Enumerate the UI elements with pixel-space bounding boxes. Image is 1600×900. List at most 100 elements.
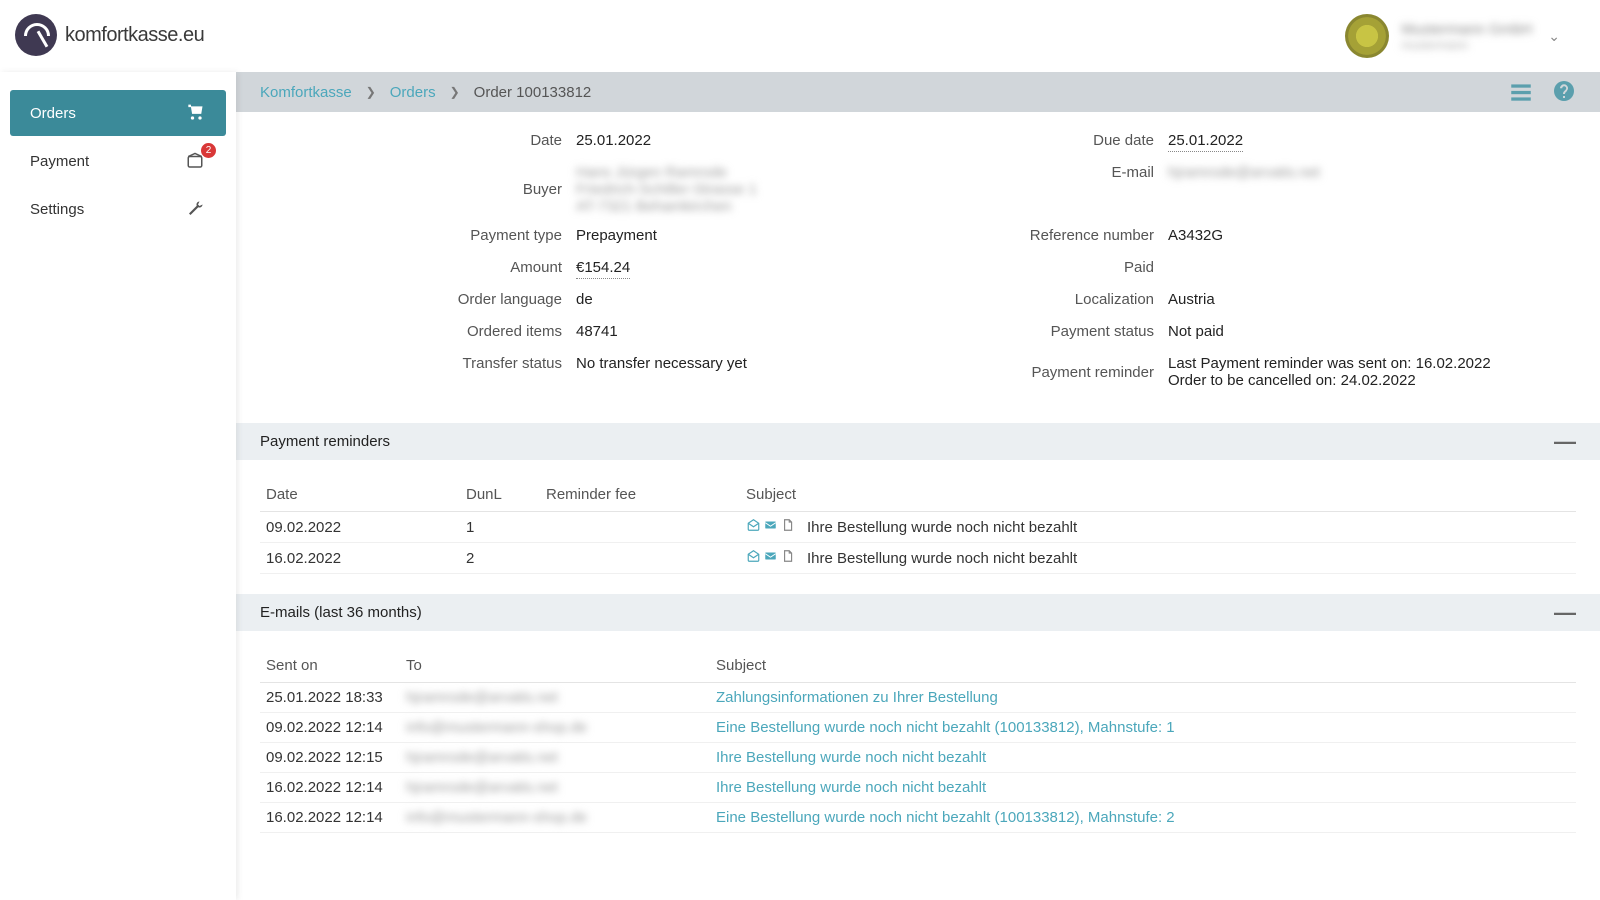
- section-emails-header[interactable]: E-mails (last 36 months) —: [236, 594, 1600, 631]
- label-lang: Order language: [326, 291, 576, 311]
- cell-subject: Ihre Bestellung wurde noch nicht bezahlt: [710, 773, 1576, 803]
- col-dunl[interactable]: DunL: [460, 478, 540, 512]
- nav-label: Payment: [30, 153, 89, 170]
- value-loc: Austria: [1168, 291, 1215, 311]
- mail-icon[interactable]: [763, 518, 778, 532]
- section-reminders-header[interactable]: Payment reminders —: [236, 423, 1600, 460]
- sidebar-item-settings[interactable]: Settings: [10, 186, 226, 232]
- value-duedate[interactable]: 25.01.2022: [1168, 132, 1243, 152]
- chevron-right-icon: ❯: [366, 85, 376, 99]
- value-ref: A3432G: [1168, 227, 1223, 247]
- value-items: 48741: [576, 323, 618, 343]
- table-row: 09.02.2022 12:14info@mustermann-shop.deE…: [260, 713, 1576, 743]
- cell-sent: 09.02.2022 12:14: [260, 713, 400, 743]
- value-transfer: No transfer necessary yet: [576, 355, 747, 375]
- emails-table: Sent on To Subject 25.01.2022 18:33hjram…: [236, 631, 1600, 845]
- value-buyer: Hans Jürgen Ramrode Friedrich-Schiller-S…: [576, 164, 757, 215]
- value-lang: de: [576, 291, 593, 311]
- account-sub: mustermann: [1401, 38, 1532, 52]
- logo-icon: [15, 14, 57, 56]
- reminders-table: Date DunL Reminder fee Subject 09.02.202…: [236, 460, 1600, 586]
- breadcrumb-root[interactable]: Komfortkasse: [260, 84, 352, 101]
- account-switcher[interactable]: Mustermann GmbH mustermann ⌄: [1345, 14, 1560, 58]
- mail-open-icon[interactable]: [746, 518, 761, 532]
- content: Komfortkasse ❯ Orders ❯ Order 100133812 …: [236, 72, 1600, 900]
- value-paytype: Prepayment: [576, 227, 657, 247]
- document-icon[interactable]: [780, 518, 795, 532]
- cell-sent: 16.02.2022 12:14: [260, 773, 400, 803]
- label-loc: Localization: [918, 291, 1168, 311]
- collapse-icon[interactable]: —: [1554, 607, 1576, 619]
- cell-sent: 16.02.2022 12:14: [260, 803, 400, 833]
- label-buyer: Buyer: [326, 181, 576, 198]
- cell-dunl: 1: [460, 512, 540, 543]
- email-link[interactable]: Eine Bestellung wurde noch nicht bezahlt…: [716, 809, 1175, 826]
- label-date: Date: [326, 132, 576, 152]
- nav-label: Orders: [30, 105, 76, 122]
- label-duedate: Due date: [918, 132, 1168, 152]
- label-amount: Amount: [326, 259, 576, 279]
- cell-fee: [540, 512, 740, 543]
- breadcrumb-current: Order 100133812: [474, 84, 592, 101]
- cell-subject: Zahlungsinformationen zu Ihrer Bestellun…: [710, 683, 1576, 713]
- email-link[interactable]: Ihre Bestellung wurde noch nicht bezahlt: [716, 779, 986, 796]
- value-amount[interactable]: €154.24: [576, 259, 630, 279]
- col-sent[interactable]: Sent on: [260, 649, 400, 683]
- label-paid: Paid: [918, 259, 1168, 279]
- collapse-icon[interactable]: —: [1554, 436, 1576, 448]
- wallet-icon: 2: [184, 152, 206, 170]
- label-paystatus: Payment status: [918, 323, 1168, 343]
- cell-date: 16.02.2022: [260, 543, 460, 574]
- value-paystatus: Not paid: [1168, 323, 1224, 343]
- col-subject[interactable]: Subject: [710, 649, 1576, 683]
- email-link[interactable]: Eine Bestellung wurde noch nicht bezahlt…: [716, 719, 1175, 736]
- avatar: [1345, 14, 1389, 58]
- cell-subject: Ihre Bestellung wurde noch nicht bezahlt: [740, 512, 1576, 543]
- account-name: Mustermann GmbH: [1401, 21, 1532, 38]
- email-link[interactable]: Zahlungsinformationen zu Ihrer Bestellun…: [716, 689, 998, 706]
- email-link[interactable]: Ihre Bestellung wurde noch nicht bezahlt: [716, 749, 986, 766]
- menu-icon[interactable]: [1508, 79, 1534, 105]
- breadcrumb-orders[interactable]: Orders: [390, 84, 436, 101]
- order-details: Date 25.01.2022 Due date 25.01.2022 Buye…: [236, 112, 1600, 415]
- mail-open-icon[interactable]: [746, 549, 761, 563]
- cell-subject: Eine Bestellung wurde noch nicht bezahlt…: [710, 713, 1576, 743]
- sidebar-item-payment[interactable]: Payment 2: [10, 138, 226, 184]
- col-fee[interactable]: Reminder fee: [540, 478, 740, 512]
- cart-icon: [184, 103, 206, 123]
- help-icon[interactable]: [1552, 79, 1576, 105]
- document-icon[interactable]: [780, 549, 795, 563]
- cell-dunl: 2: [460, 543, 540, 574]
- chevron-down-icon: ⌄: [1548, 28, 1560, 45]
- cell-subject: Ihre Bestellung wurde noch nicht bezahlt: [710, 743, 1576, 773]
- label-items: Ordered items: [326, 323, 576, 343]
- label-ref: Reference number: [918, 227, 1168, 247]
- sidebar-item-orders[interactable]: Orders: [10, 90, 226, 136]
- label-paytype: Payment type: [326, 227, 576, 247]
- cell-subject: Eine Bestellung wurde noch nicht bezahlt…: [710, 803, 1576, 833]
- value-reminder: Last Payment reminder was sent on: 16.02…: [1168, 355, 1491, 389]
- value-email: hjramrode@arvatis.net: [1168, 164, 1320, 184]
- col-date[interactable]: Date: [260, 478, 460, 512]
- topbar: komfortkasse.eu Mustermann GmbH musterma…: [0, 0, 1600, 72]
- label-email: E-mail: [918, 164, 1168, 184]
- breadcrumb: Komfortkasse ❯ Orders ❯ Order 100133812: [260, 84, 591, 101]
- cell-sent: 09.02.2022 12:15: [260, 743, 400, 773]
- cell-to: hjramrode@arvatis.net: [400, 683, 710, 713]
- col-to[interactable]: To: [400, 649, 710, 683]
- cell-date: 09.02.2022: [260, 512, 460, 543]
- label-reminder: Payment reminder: [918, 364, 1168, 381]
- table-row: 25.01.2022 18:33hjramrode@arvatis.netZah…: [260, 683, 1576, 713]
- cell-to: hjramrode@arvatis.net: [400, 773, 710, 803]
- nav-label: Settings: [30, 201, 84, 218]
- table-row: 09.02.2022 12:15hjramrode@arvatis.netIhr…: [260, 743, 1576, 773]
- value-date: 25.01.2022: [576, 132, 651, 152]
- cell-subject: Ihre Bestellung wurde noch nicht bezahlt: [740, 543, 1576, 574]
- col-subject[interactable]: Subject: [740, 478, 1576, 512]
- table-row: 16.02.2022 12:14info@mustermann-shop.deE…: [260, 803, 1576, 833]
- section-title: Payment reminders: [260, 433, 390, 450]
- mail-icon[interactable]: [763, 549, 778, 563]
- breadcrumb-bar: Komfortkasse ❯ Orders ❯ Order 100133812: [236, 72, 1600, 112]
- logo[interactable]: komfortkasse.eu: [15, 14, 204, 56]
- section-title: E-mails (last 36 months): [260, 604, 422, 621]
